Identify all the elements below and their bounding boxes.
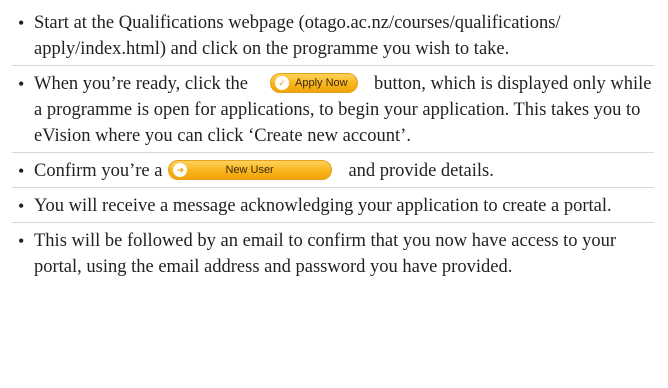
step-text: This will be followed by an email to con… xyxy=(34,231,617,277)
arrow-right-circle-icon: ➜ xyxy=(173,162,188,177)
new-user-label: New User xyxy=(225,163,274,176)
list-item: • Start at the Qualifications webpage (o… xyxy=(12,10,654,66)
bullet: • xyxy=(18,74,25,94)
step-text: You will receive a message acknowledging… xyxy=(34,196,612,216)
list-item: • Confirm you’re a ➜ New User and provide d… xyxy=(12,158,654,188)
bullet: • xyxy=(18,196,25,216)
step-text-after: and provide details. xyxy=(348,161,494,181)
step-text-before: When you’re ready, click the xyxy=(34,74,249,94)
step-text-before: Confirm you’re a xyxy=(34,161,163,181)
steps-list: • Start at the Qualifications webpage (o… xyxy=(12,10,654,283)
check-circle-icon: ✓ xyxy=(275,75,290,90)
instructions-page: • Start at the Qualifications webpage (o… xyxy=(0,0,668,388)
new-user-button[interactable]: ➜ New User xyxy=(168,159,333,180)
apply-now-button[interactable]: ✓ Apply Now xyxy=(270,72,359,93)
apply-now-label: Apply Now xyxy=(295,76,348,89)
step-text: Start at the Qualifications webpage (ota… xyxy=(34,13,561,59)
list-item: • This will be followed by an email to c… xyxy=(12,228,654,283)
bullet: • xyxy=(18,161,25,181)
bullet: • xyxy=(18,13,25,33)
bullet: • xyxy=(18,231,25,251)
list-item: • When you’re ready, click the ✓ Apply Now… xyxy=(12,71,654,153)
list-item: • You will receive a message acknowledgi… xyxy=(12,193,654,223)
